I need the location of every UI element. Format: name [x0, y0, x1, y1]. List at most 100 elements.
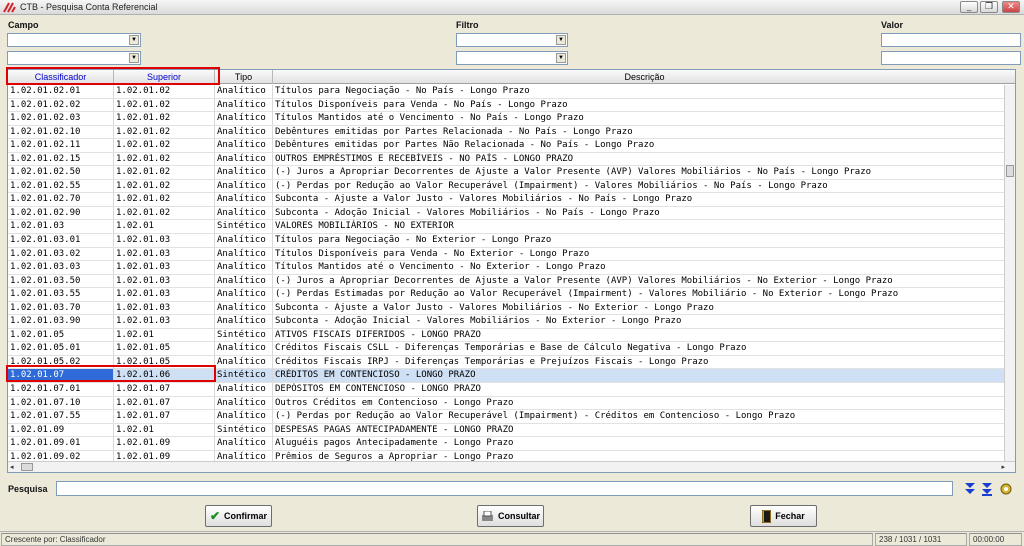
campo-select-2[interactable]: ▼: [7, 51, 141, 65]
table-row[interactable]: 1.02.01.09.02 1.02.01.09 Analítico Prêmios …: [8, 450, 1005, 461]
table-row[interactable]: 1.02.01.07.10 1.02.01.07 Analítico Outros C…: [8, 396, 1005, 411]
cell-classificador: 1.02.01.02.02: [8, 98, 114, 112]
cell-tipo: Analítico: [215, 261, 273, 275]
cell-classificador: 1.02.01.09: [8, 423, 114, 437]
table-row[interactable]: 1.02.01.03 1.02.01 Sintético VALORES MOBILI…: [8, 220, 1005, 235]
table-row[interactable]: 1.02.01.07 1.02.01.06 Sintético CRÉDITOS EM…: [8, 369, 1005, 384]
table-row[interactable]: 1.02.01.02.01 1.02.01.02 Analítico Títulos …: [8, 85, 1005, 99]
cell-superior: 1.02.01.09: [114, 437, 215, 451]
search-next-icon[interactable]: [964, 482, 976, 496]
cell-superior: 1.02.01.05: [114, 355, 215, 369]
table-row[interactable]: 1.02.01.05 1.02.01 Sintético ATIVOS FISCAIS…: [8, 328, 1005, 343]
consult-button[interactable]: Consultar: [477, 505, 544, 527]
cell-descricao: (-) Juros a Apropriar Decorrentes de Aju…: [273, 166, 1005, 180]
cell-superior: 1.02.01: [114, 328, 215, 342]
table-row[interactable]: 1.02.01.07.55 1.02.01.07 Analítico (-) Per…: [8, 410, 1005, 424]
table-row[interactable]: 1.02.01.02.15 1.02.01.02 Analítico OUTROS E…: [8, 152, 1005, 167]
valor-input-1[interactable]: [881, 33, 1021, 47]
status-bar: Crescente por: Classificador 238 / 1031 …: [0, 531, 1024, 546]
cell-classificador: 1.02.01.02.11: [8, 139, 114, 153]
filtro-select-2[interactable]: ▼: [456, 51, 568, 65]
valor-input-2[interactable]: [881, 51, 1021, 65]
filtro-select-1[interactable]: ▼: [456, 33, 568, 47]
close-button[interactable]: Fechar: [750, 505, 817, 527]
table-row[interactable]: 1.02.01.03.55 1.02.01.03 Analítico (-) Per…: [8, 288, 1005, 302]
scroll-thumb[interactable]: [21, 463, 33, 471]
table-row[interactable]: 1.02.01.02.03 1.02.01.02 Analítico Títulos …: [8, 112, 1005, 126]
search-last-icon[interactable]: [981, 482, 993, 496]
cell-descricao: Subconta - Ajuste a Valor Justo - Valore…: [273, 193, 1005, 207]
cell-tipo: Analítico: [215, 139, 273, 153]
cell-descricao: (-) Perdas por Redução ao Valor Recuperá…: [273, 410, 1005, 424]
cell-classificador: 1.02.01.09.01: [8, 437, 114, 451]
close-window-button[interactable]: ✕: [1002, 1, 1020, 13]
header-tipo[interactable]: Tipo: [215, 70, 273, 84]
minimize-button[interactable]: _: [960, 1, 978, 13]
table-row[interactable]: 1.02.01.02.10 1.02.01.02 Analítico Debêntur…: [8, 125, 1005, 140]
cell-superior: 1.02.01.03: [114, 301, 215, 315]
scroll-right-icon[interactable]: ▸: [1001, 463, 1005, 471]
table-row[interactable]: 1.02.01.03.90 1.02.01.03 Analítico Subconta…: [8, 315, 1005, 329]
cell-descricao: Créditos Fiscais CSLL - Diferenças Tempo…: [273, 342, 1005, 356]
table-row[interactable]: 1.02.01.02.50 1.02.01.02 Analítico (-) Jur…: [8, 166, 1005, 180]
cell-descricao: Títulos Mantidos até o Vencimento - No E…: [273, 261, 1005, 275]
cell-superior: 1.02.01.07: [114, 396, 215, 410]
table-row[interactable]: 1.02.01.07.01 1.02.01.07 Analítico DEPÓSITO…: [8, 383, 1005, 397]
record-count: 238 / 1031 / 1031: [875, 533, 967, 546]
cell-classificador: 1.02.01.02.50: [8, 166, 114, 180]
cell-tipo: Analítico: [215, 315, 273, 329]
scroll-thumb[interactable]: [1006, 165, 1014, 177]
cell-superior: 1.02.01: [114, 423, 215, 437]
grid-header: Classificador Superior Tipo Descrição: [8, 70, 1015, 84]
printer-icon: [481, 510, 493, 521]
cell-superior: 1.02.01.06: [114, 369, 215, 383]
cell-classificador: 1.02.01.03: [8, 220, 114, 234]
sort-status: Crescente por: Classificador: [1, 533, 873, 546]
table-row[interactable]: 1.02.01.03.01 1.02.01.03 Analítico Títulos …: [8, 234, 1005, 248]
cell-descricao: Títulos Disponíveis para Venda - No País…: [273, 98, 1005, 112]
table-row[interactable]: 1.02.01.02.70 1.02.01.02 Analítico Subconta…: [8, 193, 1005, 207]
cell-superior: 1.02.01: [114, 220, 215, 234]
horizontal-scrollbar[interactable]: ◂ ▸: [8, 461, 1015, 472]
cell-descricao: (-) Juros a Apropriar Decorrentes de Aju…: [273, 274, 1005, 288]
cell-tipo: Analítico: [215, 288, 273, 302]
scroll-left-icon[interactable]: ◂: [10, 463, 14, 471]
header-descricao[interactable]: Descrição: [273, 70, 1015, 84]
cell-tipo: Sintético: [215, 328, 273, 342]
cell-tipo: Analítico: [215, 234, 273, 248]
settings-gear-icon[interactable]: [999, 482, 1013, 496]
header-classificador[interactable]: Classificador: [8, 70, 114, 84]
grid-rows: 1.02.01.02.01 1.02.01.02 Analítico Títulos …: [8, 85, 1005, 461]
table-row[interactable]: 1.02.01.02.90 1.02.01.02 Analítico Subconta…: [8, 206, 1005, 221]
table-row[interactable]: 1.02.01.03.50 1.02.01.03 Analítico (-) Jur…: [8, 274, 1005, 289]
app-icon: [3, 2, 16, 13]
table-row[interactable]: 1.02.01.02.02 1.02.01.02 Analítico Títulos …: [8, 98, 1005, 113]
vertical-scrollbar[interactable]: [1004, 85, 1015, 461]
table-row[interactable]: 1.02.01.09.01 1.02.01.09 Analítico Aluguéis…: [8, 437, 1005, 451]
filtro-label: Filtro: [456, 20, 479, 30]
cell-descricao: (-) Perdas por Redução ao Valor Recuperá…: [273, 179, 1005, 193]
cell-classificador: 1.02.01.09.02: [8, 450, 114, 461]
table-row[interactable]: 1.02.01.03.03 1.02.01.03 Analítico Títulos …: [8, 261, 1005, 275]
cell-superior: 1.02.01.02: [114, 125, 215, 139]
chevron-down-icon: ▼: [129, 35, 139, 45]
cell-descricao: Títulos Disponíveis para Venda - No Exte…: [273, 247, 1005, 261]
maximize-button[interactable]: ❐: [980, 1, 998, 13]
table-row[interactable]: 1.02.01.05.02 1.02.01.05 Analítico Créditos…: [8, 355, 1005, 370]
table-row[interactable]: 1.02.01.02.11 1.02.01.02 Analítico Debêntur…: [8, 139, 1005, 153]
table-row[interactable]: 1.02.01.05.01 1.02.01.05 Analítico Créditos…: [8, 342, 1005, 356]
table-row[interactable]: 1.02.01.02.55 1.02.01.02 Analítico (-) Per…: [8, 179, 1005, 194]
table-row[interactable]: 1.02.01.09 1.02.01 Sintético DESPESAS PAGAS…: [8, 423, 1005, 438]
table-row[interactable]: 1.02.01.03.02 1.02.01.03 Analítico Títulos …: [8, 247, 1005, 262]
campo-select-1[interactable]: ▼: [7, 33, 141, 47]
accounts-grid[interactable]: Classificador Superior Tipo Descrição 1.…: [7, 69, 1016, 473]
confirm-button[interactable]: ✔ Confirmar: [205, 505, 272, 527]
pesquisa-input[interactable]: [56, 481, 953, 496]
table-row[interactable]: 1.02.01.03.70 1.02.01.03 Analítico Subconta…: [8, 301, 1005, 316]
cell-superior: 1.02.01.07: [114, 410, 215, 424]
cell-superior: 1.02.01.02: [114, 179, 215, 193]
cell-superior: 1.02.01.02: [114, 193, 215, 207]
header-superior[interactable]: Superior: [114, 70, 215, 84]
cell-tipo: Analítico: [215, 98, 273, 112]
cell-tipo: Analítico: [215, 410, 273, 424]
